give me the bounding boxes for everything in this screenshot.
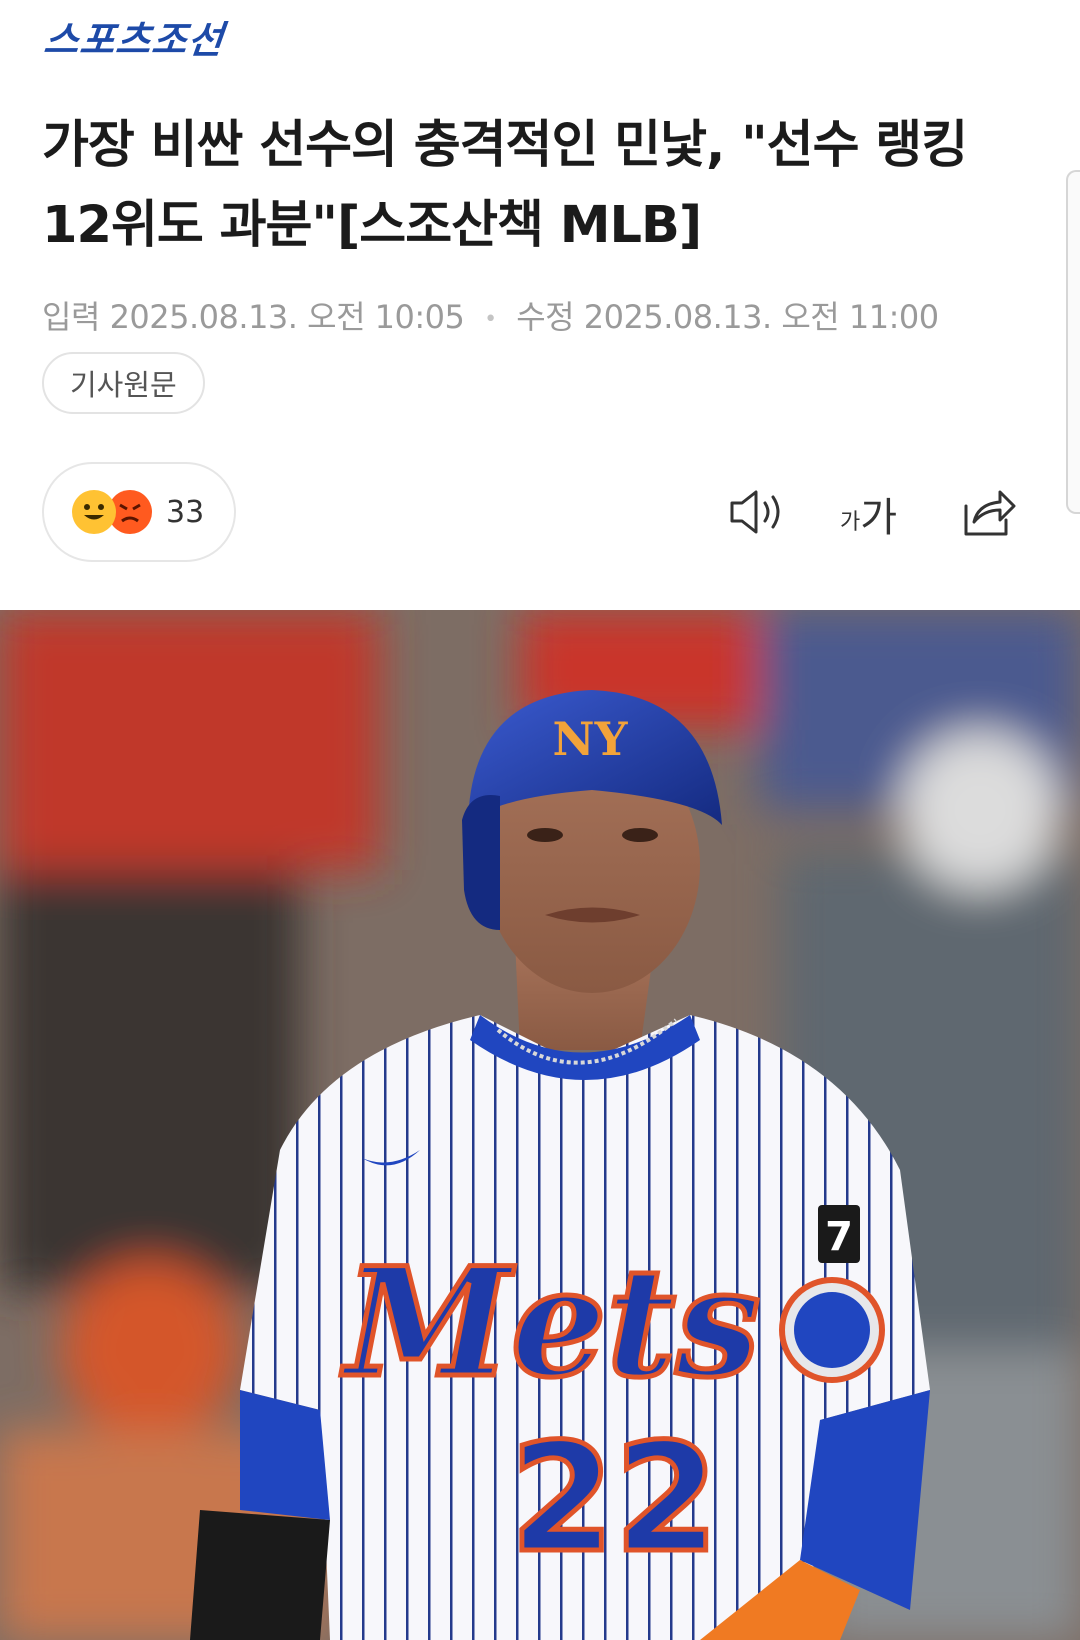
- separator-dot: •: [484, 306, 497, 332]
- smile-emoji-icon: [72, 490, 116, 534]
- font-size-small-label: 가: [840, 510, 861, 535]
- publisher-logo[interactable]: 스포츠조선: [41, 18, 227, 62]
- input-label: 입력: [42, 298, 100, 336]
- reaction-button[interactable]: 33: [42, 462, 236, 562]
- sleeve-patch-number: 7: [825, 1214, 853, 1260]
- input-time: 2025.08.13. 오전 10:05: [109, 298, 465, 336]
- font-size-button[interactable]: 가 가: [840, 484, 910, 540]
- jersey-script: Mets: [340, 1235, 760, 1411]
- share-icon: [964, 490, 1016, 536]
- jersey-number: 22: [510, 1412, 719, 1586]
- reaction-count: 33: [166, 494, 205, 530]
- modified-time: 2025.08.13. 오전 11:00: [583, 298, 939, 336]
- scrollbar-handle[interactable]: [1066, 170, 1080, 514]
- speaker-icon: [730, 490, 780, 534]
- original-article-button[interactable]: 기사원문: [42, 352, 205, 414]
- font-size-large-label: 가: [860, 495, 898, 541]
- original-article-label: 기사원문: [70, 368, 177, 402]
- share-button[interactable]: [960, 484, 1020, 540]
- article-timestamps: 입력 2025.08.13. 오전 10:05 • 수정 2025.08.13.…: [42, 292, 939, 338]
- article-title: 가장 비싼 선수의 충격적인 민낯, "선수 랭킹 12위도 과분"[스조산책 …: [42, 116, 968, 255]
- speaker-button[interactable]: [728, 484, 788, 540]
- article-photo: NY Mets 22 7: [0, 610, 1080, 1640]
- modified-label: 수정: [516, 298, 575, 336]
- helmet-logo: NY: [553, 712, 629, 766]
- publisher-logo-text: 스포츠조선: [41, 18, 227, 62]
